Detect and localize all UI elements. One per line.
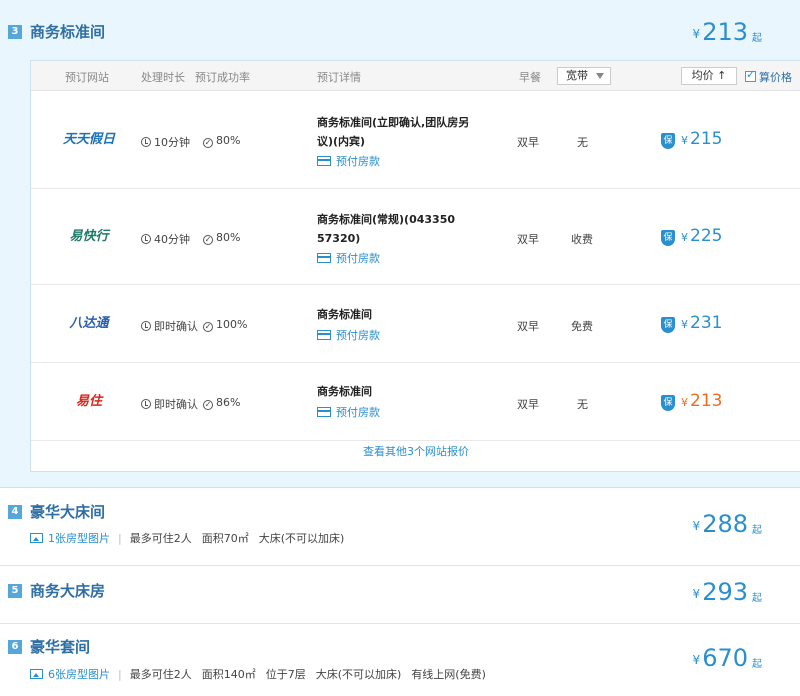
header-detail: 预订详情 [317, 71, 361, 84]
room-feature: 大床(不可以加床) [315, 668, 402, 681]
check-circle-icon: ✓ [203, 400, 213, 410]
breakfast-value: 双早 [517, 136, 539, 149]
room-number-badge: 3 [8, 25, 22, 39]
header-process-time: 处理时长 [141, 71, 185, 84]
clock-icon [141, 321, 151, 331]
offer-detail[interactable]: 商务标准间(常规)(043350 57320) [317, 210, 477, 248]
guarantee-icon: 保 [661, 317, 675, 333]
offer-row: 易住 即时确认 ✓ 86% 商务标准间 预付房款 双早 无 保 ¥213 [31, 363, 800, 441]
room-pictures-link[interactable]: 6张房型图片 [30, 668, 110, 681]
offer-row: 八达通 即时确认 ✓ 100% 商务标准间 预付房款 双早 免费 保 ¥231 [31, 285, 800, 363]
checkbox-icon [745, 68, 756, 82]
offer-detail[interactable]: 商务标准间 [317, 305, 477, 324]
room-feature: 面积140㎡ [201, 668, 256, 681]
offer-price[interactable]: ¥225 [681, 226, 722, 246]
card-icon [317, 407, 331, 417]
process-time: 即时确认 [141, 318, 198, 334]
broadband-filter-dropdown[interactable]: 宽带 [557, 67, 611, 85]
check-circle-icon: ✓ [203, 235, 213, 245]
header-breakfast: 早餐 [519, 71, 541, 84]
offer-detail[interactable]: 商务标准间(立即确认,团队房另议)(内宾) [317, 113, 477, 151]
sort-avg-price-button[interactable]: 均价 ↑ [681, 67, 737, 85]
success-rate: ✓ 86% [203, 396, 241, 410]
room-5: 5 商务大床房 ¥293 起 [0, 566, 800, 624]
offer-detail[interactable]: 商务标准间 [317, 382, 477, 401]
calc-price-checkbox[interactable]: 算价格 [745, 68, 792, 85]
room-meta: 1张房型图片 | 最多可住2人 面积70㎡ 大床(不可以加床) [30, 530, 354, 546]
offer-price[interactable]: ¥231 [681, 313, 722, 333]
process-time: 10分钟 [141, 134, 190, 150]
guarantee-icon: 保 [661, 230, 675, 246]
room-feature: 最多可住2人 [129, 532, 192, 545]
more-offers-link[interactable]: 查看其他3个网站报价 [31, 443, 800, 459]
prepay-label: 预付房款 [317, 404, 380, 420]
offer-price[interactable]: ¥215 [681, 129, 722, 149]
breakfast-value: 双早 [517, 398, 539, 411]
broadband-value: 免费 [571, 320, 593, 333]
site-logo[interactable]: 易住 [51, 391, 127, 413]
success-rate: ✓ 80% [203, 134, 241, 148]
clock-icon [141, 399, 151, 409]
prepay-label: 预付房款 [317, 250, 380, 266]
site-logo[interactable]: 易快行 [51, 226, 127, 248]
process-time: 40分钟 [141, 231, 190, 247]
guarantee-icon: 保 [661, 395, 675, 411]
image-icon [30, 533, 43, 543]
room-price: ¥288 起 [692, 510, 762, 538]
room-feature: 最多可住2人 [129, 668, 192, 681]
card-icon [317, 330, 331, 340]
process-time: 即时确认 [141, 396, 198, 412]
breakfast-value: 双早 [517, 233, 539, 246]
room-4: 4 豪华大床间 1张房型图片 | 最多可住2人 面积70㎡ 大床(不可以加床) ¥288… [0, 488, 800, 566]
card-icon [317, 156, 331, 166]
room-price: ¥293 起 [692, 578, 762, 606]
offers-table-header: 预订网站 处理时长 预订成功率 预订详情 早餐 宽带 均价 ↑ 算价格 [31, 61, 800, 91]
room-3: 3 商务标准间 ¥213 起 预订网站 处理时长 预订成功率 预订详情 早餐 宽带… [0, 0, 800, 488]
room-number-badge: 5 [8, 584, 22, 598]
site-logo[interactable]: 八达通 [51, 313, 127, 335]
site-logo[interactable]: 天天假日 [51, 129, 127, 151]
broadband-value: 收费 [571, 233, 593, 246]
filter-arrow-icon [596, 73, 604, 79]
clock-icon [141, 137, 151, 147]
card-icon [317, 253, 331, 263]
room-title[interactable]: 豪华大床间 [30, 501, 105, 522]
success-rate: ✓ 100% [203, 318, 248, 332]
broadband-value: 无 [577, 136, 588, 149]
check-circle-icon: ✓ [203, 138, 213, 148]
room-feature: 位于7层 [265, 668, 306, 681]
image-icon [30, 669, 43, 679]
header-site: 预订网站 [65, 71, 109, 84]
success-rate: ✓ 80% [203, 231, 241, 245]
offers-panel: 预订网站 处理时长 预订成功率 预订详情 早餐 宽带 均价 ↑ 算价格 天天假日… [30, 60, 800, 472]
prepay-label: 预付房款 [317, 153, 380, 169]
clock-icon [141, 234, 151, 244]
offer-row: 易快行 40分钟 ✓ 80% 商务标准间(常规)(043350 57320) 预付… [31, 189, 800, 285]
broadband-value: 无 [577, 398, 588, 411]
room-pictures-link[interactable]: 1张房型图片 [30, 532, 110, 545]
guarantee-icon: 保 [661, 133, 675, 149]
check-circle-icon: ✓ [203, 322, 213, 332]
room-title[interactable]: 商务大床房 [30, 580, 105, 601]
room-feature: 面积70㎡ [201, 532, 249, 545]
offer-price-lowest[interactable]: ¥213 [681, 391, 722, 411]
room-6: 6 豪华套间 6张房型图片 | 最多可住2人 面积140㎡ 位于7层 大床(不可以加床) 有… [0, 624, 800, 696]
room-title[interactable]: 商务标准间 [30, 21, 105, 42]
room-title[interactable]: 豪华套间 [30, 636, 90, 657]
room-meta: 6张房型图片 | 最多可住2人 面积140㎡ 位于7层 大床(不可以加床) 有线上网(免费) [30, 666, 496, 682]
room-price: ¥213 起 [692, 18, 762, 46]
room-number-badge: 4 [8, 505, 22, 519]
room-feature: 有线上网(免费) [411, 668, 486, 681]
room-feature: 大床(不可以加床) [258, 532, 345, 545]
room-number-badge: 6 [8, 640, 22, 654]
header-success-rate: 预订成功率 [195, 71, 250, 84]
prepay-label: 预付房款 [317, 327, 380, 343]
room-price: ¥670 起 [692, 644, 762, 672]
breakfast-value: 双早 [517, 320, 539, 333]
offer-row: 天天假日 10分钟 ✓ 80% 商务标准间(立即确认,团队房另议)(内宾) 预付房… [31, 91, 800, 189]
